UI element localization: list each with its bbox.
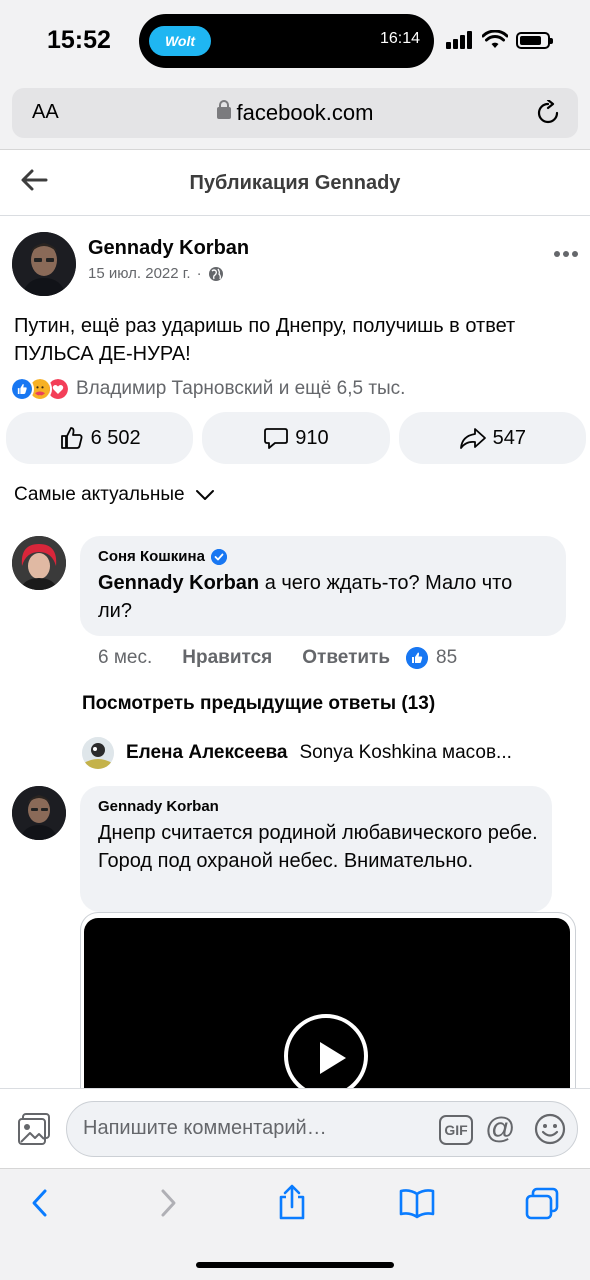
comment-text: Gennady Korban а чего ждать-то? Мало что… [98, 569, 548, 625]
status-bar: 15:52 Wolt 16:14 [0, 0, 590, 84]
post-author-name[interactable]: Gennady Korban [88, 237, 249, 260]
emoji-icon[interactable] [533, 1112, 567, 1146]
browser-forward-icon[interactable] [156, 1187, 180, 1219]
tabs-icon[interactable] [524, 1187, 560, 1221]
comment-bubble-icon [264, 428, 289, 449]
dynamic-island[interactable]: Wolt 16:14 [139, 14, 434, 68]
globe-icon [208, 266, 223, 281]
video-attachment[interactable] [84, 918, 570, 1088]
post-actions: 6 502 910 547 [6, 412, 586, 464]
comment-sort-dropdown[interactable]: Самые актуальные [14, 484, 215, 506]
browser-address-area: AA facebook.com [0, 84, 590, 150]
comment-like-count: 85 [436, 647, 458, 668]
comment-mention[interactable]: Gennady Korban [98, 572, 259, 594]
comment-button[interactable]: 910 [202, 412, 390, 464]
comment-bubble[interactable]: Соня Кошкина Gennady Korban а чего ждать… [80, 536, 566, 636]
wolt-live-activity[interactable]: Wolt [149, 26, 211, 56]
comment-author[interactable]: Gennady Korban [98, 798, 219, 815]
avatar-image [12, 786, 66, 840]
lock-icon [216, 100, 231, 119]
reactions-summary[interactable]: Владимир Тарновский и ещё 6,5 тыс. [10, 377, 405, 401]
gif-button[interactable]: GIF [439, 1115, 473, 1145]
chevron-down-icon [195, 490, 214, 500]
like-reaction-icon [10, 377, 34, 401]
comment-author-name: Gennady Korban [98, 798, 219, 815]
comment-composer: Напишите комментарий… GIF @ [0, 1088, 590, 1168]
reload-icon[interactable] [536, 100, 560, 126]
comment-time[interactable]: 6 мес. [98, 647, 152, 669]
battery-icon [516, 31, 553, 49]
comment-actions: 6 мес. Нравится Ответить 85 [98, 647, 457, 669]
post-meta: 15 июл. 2022 г. · [88, 265, 224, 282]
post-text: Путин, ещё раз ударишь по Днепру, получи… [14, 315, 516, 365]
thumbs-up-icon [60, 427, 83, 449]
reply-preview[interactable]: Елена Алексеева Sonya Koshkina масов... [82, 736, 572, 770]
comment-bubble[interactable]: Gennady Korban Днепр считается родиной л… [80, 786, 552, 912]
play-icon[interactable] [284, 1014, 368, 1088]
comment-text: Днепр считается родиной любавического ре… [98, 822, 538, 872]
reply-author-avatar [82, 737, 114, 769]
status-icons [446, 30, 553, 50]
reply-preview-text: Sonya Koshkina масов... [299, 742, 512, 763]
page-title: Публикация Gennady [189, 172, 401, 194]
page-header: Публикация Gennady [0, 150, 590, 216]
sort-label: Самые актуальные [14, 484, 185, 505]
likes-count: 6 502 [90, 426, 141, 449]
reactions-text: Владимир Тарновский и ещё 6,5 тыс. [76, 378, 406, 399]
view-previous-replies[interactable]: Посмотреть предыдущие ответы (13) [82, 693, 435, 715]
mention-button[interactable]: @ [485, 1112, 515, 1146]
commenter-avatar[interactable] [12, 536, 66, 590]
address-bar[interactable]: AA facebook.com [12, 88, 578, 138]
home-indicator[interactable] [196, 1262, 394, 1268]
island-timer: 16:14 [379, 30, 420, 47]
more-options-icon[interactable] [553, 250, 579, 258]
like-badge-icon [406, 647, 429, 669]
post-author-avatar[interactable] [12, 232, 76, 296]
shares-count: 547 [492, 426, 526, 449]
browser-back-icon[interactable] [28, 1187, 52, 1219]
comment-reply-button[interactable]: Ответить [302, 647, 390, 669]
like-button[interactable]: 6 502 [6, 412, 194, 464]
comments-count: 910 [295, 426, 329, 449]
photo-icon[interactable] [16, 1111, 52, 1147]
post-date[interactable]: 15 июл. 2022 г. [88, 265, 191, 282]
comment-input-placeholder: Напишите комментарий… [83, 1117, 327, 1139]
url-display[interactable]: facebook.com [12, 100, 578, 126]
avatar-image [82, 737, 114, 769]
status-time: 15:52 [47, 26, 111, 54]
bookmarks-icon[interactable] [398, 1187, 436, 1219]
comment-like-button[interactable]: Нравится [182, 647, 272, 669]
share-button[interactable]: 547 [398, 412, 586, 464]
comment-author-name: Соня Кошкина [98, 548, 205, 565]
reply-author-name: Елена Алексеева [126, 742, 288, 763]
share-arrow-icon [459, 428, 486, 449]
meta-separator: · [196, 265, 202, 282]
comment-input[interactable]: Напишите комментарий… GIF @ [66, 1101, 578, 1157]
commenter-avatar[interactable] [12, 786, 66, 840]
cellular-signal-icon [446, 31, 474, 49]
verified-badge-icon [210, 548, 227, 565]
avatar-image [12, 536, 66, 590]
wifi-icon [482, 30, 508, 48]
share-icon[interactable] [276, 1183, 308, 1221]
comment-author[interactable]: Соня Кошкина [98, 548, 227, 565]
avatar-image [12, 232, 76, 296]
url-text: facebook.com [236, 100, 374, 125]
